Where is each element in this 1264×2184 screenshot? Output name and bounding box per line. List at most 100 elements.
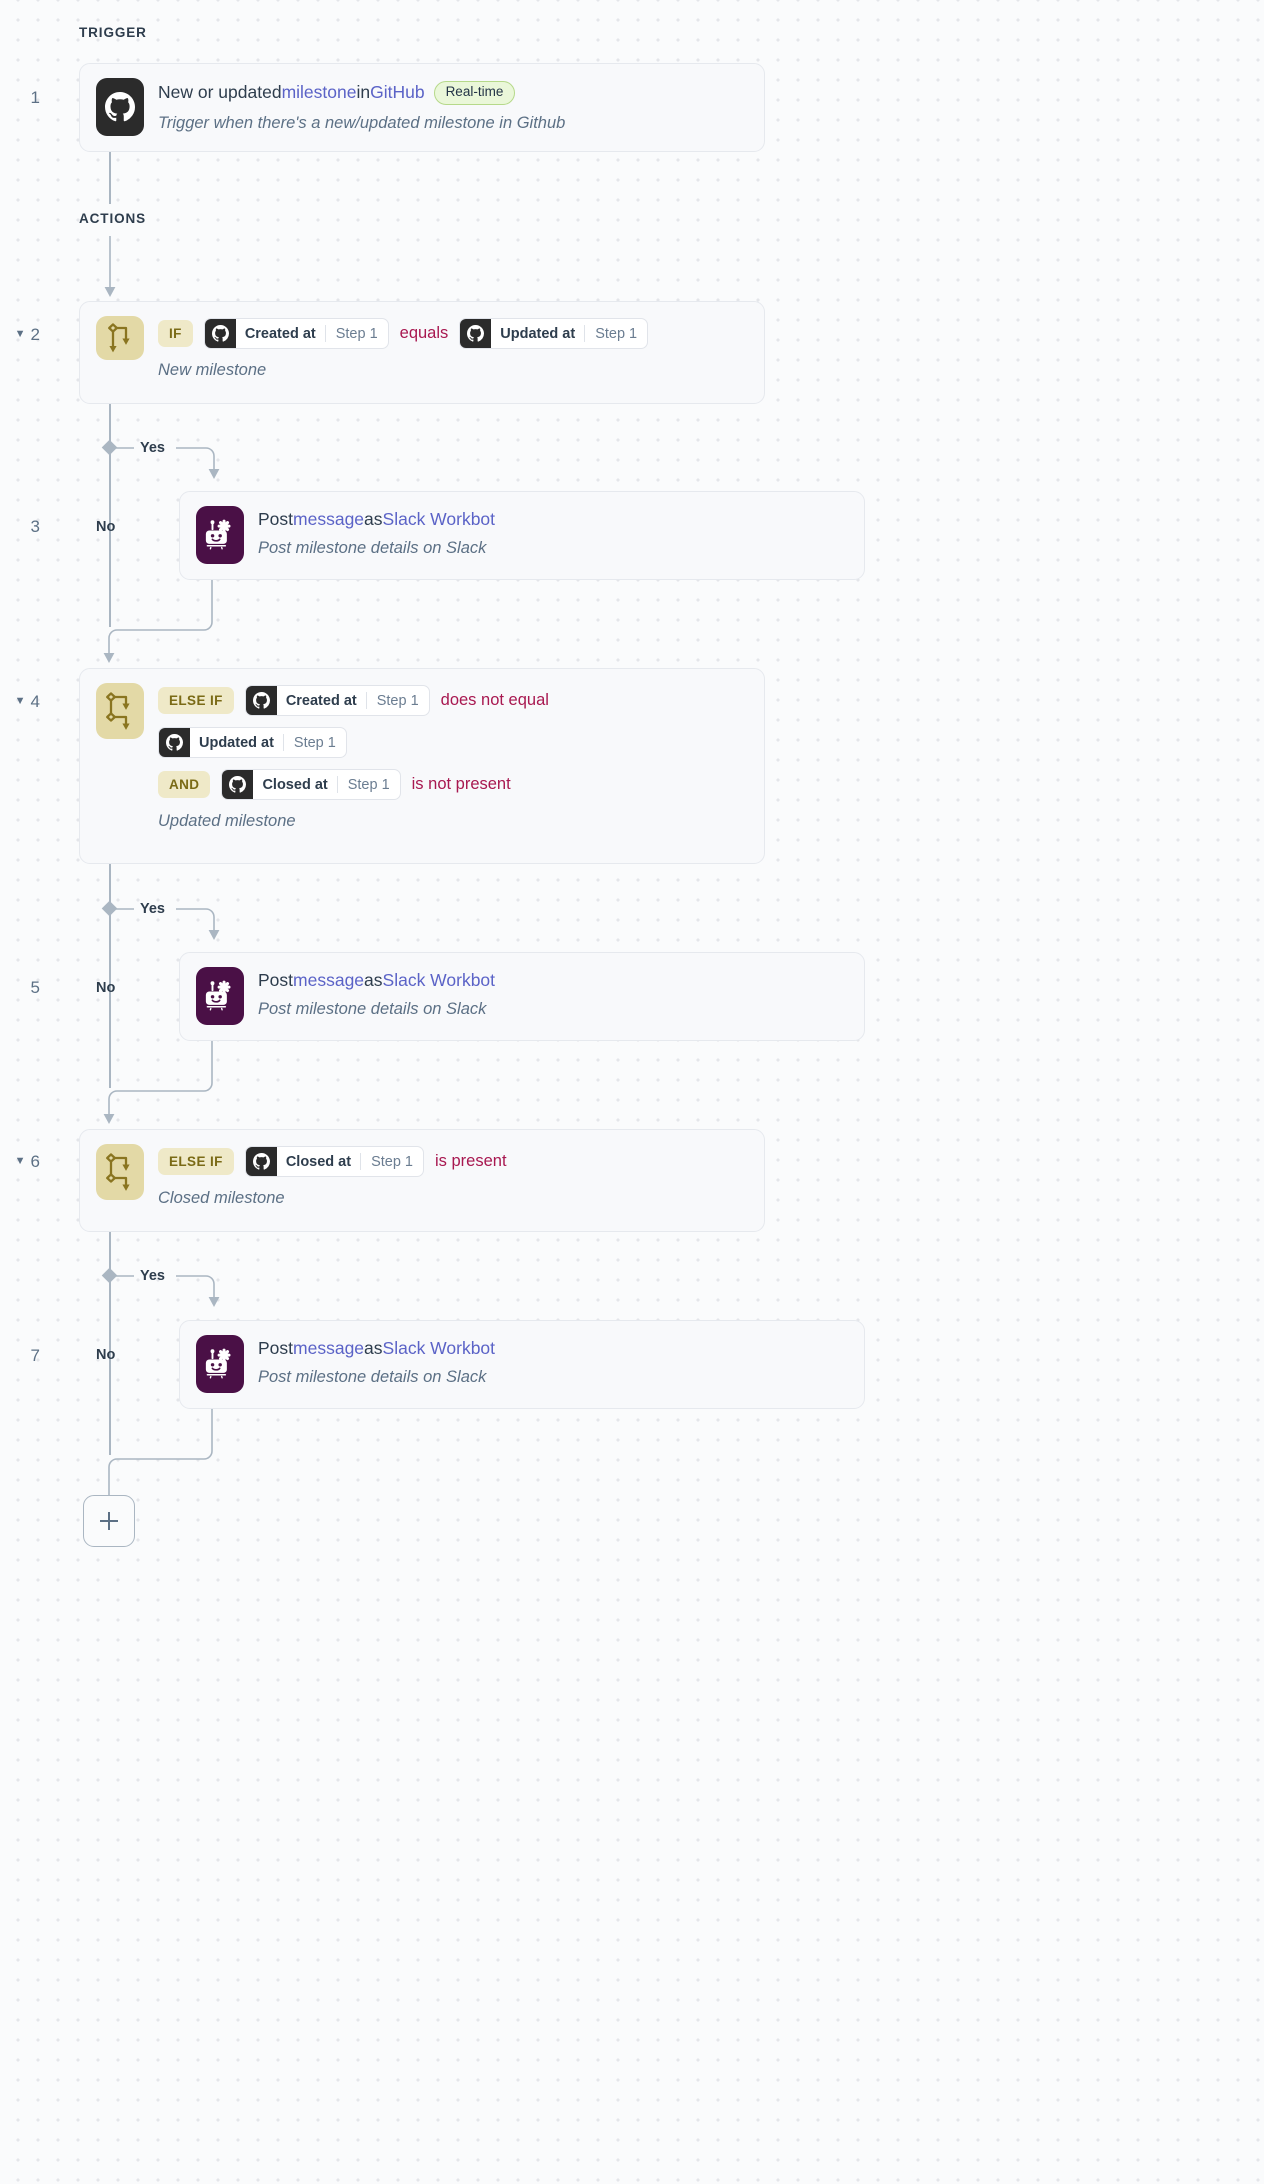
step-4-description: Updated milestone — [158, 812, 296, 830]
field-pill-updated-at[interactable]: Updated at Step 1 — [158, 727, 347, 758]
title-token: Post — [258, 1338, 294, 1358]
keyword-badge-else-if: ELSE IF — [158, 686, 234, 715]
connector-trigger-to-actions — [109, 152, 111, 204]
actions-section-label: ACTIONS — [79, 211, 147, 226]
operator-equals: equals — [399, 324, 449, 342]
condition-row: Updated at Step 1 — [158, 727, 549, 758]
connector-actions-to-step-2 — [104, 236, 116, 297]
step-6-number: 6 — [30, 1152, 40, 1171]
branch-multi-icon — [96, 683, 144, 739]
condition-card-step-2[interactable]: IF Created at Step 1 equals Updated at S… — [79, 301, 765, 404]
step-7-subtitle: Post milestone details on Slack — [258, 1368, 487, 1386]
title-token-link[interactable]: Slack Workbot — [383, 970, 496, 991]
branch-label-no-step-6: No — [96, 1347, 116, 1363]
condition-row: ELSE IF Created at Step 1 does not equal — [158, 685, 549, 716]
step-number-1: 1 — [0, 88, 40, 108]
title-token-link[interactable]: message — [293, 970, 364, 991]
add-step-button[interactable] — [83, 1495, 135, 1547]
step-5-subtitle: Post milestone details on Slack — [258, 1000, 487, 1018]
step-3-subtitle: Post milestone details on Slack — [258, 539, 487, 557]
trigger-section-label: TRIGGER — [79, 25, 147, 40]
step-3-title: Post message as Slack Workbot — [258, 509, 495, 530]
collapse-caret-step-2[interactable]: ▼ — [15, 328, 26, 340]
step-3-number: 3 — [30, 517, 40, 536]
field-label: Created at — [285, 692, 357, 709]
title-token: in — [356, 82, 371, 103]
step-number-2[interactable]: ▼ 2 — [0, 325, 40, 345]
step-number-5: 5 — [0, 978, 40, 998]
connector-step-4-yes-to-step-5 — [176, 908, 220, 940]
keyword-badge-if: IF — [158, 319, 193, 348]
field-step: Step 1 — [335, 325, 378, 342]
title-token-link[interactable]: Slack Workbot — [383, 1338, 496, 1359]
realtime-badge: Real-time — [433, 81, 516, 105]
connector-step-6-yes-to-step-7 — [176, 1275, 220, 1307]
field-step: Step 1 — [293, 734, 336, 751]
collapse-caret-step-4[interactable]: ▼ — [15, 695, 26, 707]
field-label: Closed at — [285, 1153, 352, 1170]
condition-row: AND Closed at Step 1 is not present — [158, 769, 549, 800]
title-token-link[interactable]: Slack Workbot — [383, 509, 496, 530]
branch-multi-icon — [96, 1144, 144, 1200]
field-step: Step 1 — [595, 325, 638, 342]
title-token: as — [364, 1338, 383, 1358]
keyword-badge-else-if: ELSE IF — [158, 1147, 234, 1176]
github-icon — [460, 319, 492, 348]
title-token: as — [364, 509, 383, 529]
action-card-step-3[interactable]: Post message as Slack Workbot Post miles… — [179, 491, 865, 580]
action-card-step-7[interactable]: Post message as Slack Workbot Post miles… — [179, 1320, 865, 1409]
condition-card-step-6[interactable]: ELSE IF Closed at Step 1 is present Clos… — [79, 1129, 765, 1232]
field-pill-created-at[interactable]: Created at Step 1 — [203, 318, 389, 349]
branch-label-yes-step-4: Yes — [140, 901, 165, 917]
title-token-link[interactable]: message — [293, 1338, 364, 1359]
github-icon — [96, 78, 144, 136]
field-pill-created-at[interactable]: Created at Step 1 — [244, 685, 430, 716]
step-5-title: Post message as Slack Workbot — [258, 970, 495, 991]
keyword-badge-and: AND — [158, 770, 211, 799]
branch-label-no-step-2: No — [96, 519, 116, 535]
operator-is-present: is present — [435, 1152, 507, 1170]
condition-card-step-4[interactable]: ELSE IF Created at Step 1 does not equal… — [79, 668, 765, 864]
field-label: Updated at — [199, 734, 274, 751]
step-number-4[interactable]: ▼ 4 — [0, 692, 40, 712]
field-pill-closed-at[interactable]: Closed at Step 1 — [221, 769, 401, 800]
slack-workbot-icon — [196, 967, 244, 1025]
step-1-title: New or updated milestone in GitHub Real-… — [158, 81, 565, 105]
step-number-6[interactable]: ▼ 6 — [0, 1152, 40, 1172]
title-token-link[interactable]: milestone — [282, 82, 357, 103]
github-icon — [245, 1147, 277, 1176]
trigger-card-step-1[interactable]: New or updated milestone in GitHub Real-… — [79, 63, 765, 152]
operator-is-not-present: is not present — [411, 775, 511, 793]
title-token: New or updated — [158, 82, 282, 103]
condition-row: IF Created at Step 1 equals Updated at S… — [158, 318, 649, 349]
branch-label-no-step-4: No — [96, 980, 116, 996]
field-label: Closed at — [262, 776, 328, 793]
step-4-number: 4 — [30, 692, 40, 711]
field-pill-updated-at[interactable]: Updated at Step 1 — [459, 318, 649, 349]
branch-label-yes-step-2: Yes — [140, 440, 165, 456]
github-icon — [204, 319, 236, 348]
field-pill-closed-at[interactable]: Closed at Step 1 — [244, 1146, 424, 1177]
step-number-7: 7 — [0, 1346, 40, 1366]
title-token: Post — [258, 970, 294, 990]
github-icon — [159, 728, 190, 757]
step-1-subtitle: Trigger when there's a new/updated miles… — [158, 113, 566, 132]
slack-workbot-icon — [196, 1335, 244, 1393]
title-token: Post — [258, 509, 294, 529]
connector-step-3-merge — [103, 580, 213, 663]
field-step: Step 1 — [371, 1153, 413, 1170]
github-icon — [245, 686, 277, 715]
slack-workbot-icon — [196, 506, 244, 564]
title-token: as — [364, 970, 383, 990]
condition-row: ELSE IF Closed at Step 1 is present — [158, 1146, 507, 1177]
connector-step-7-merge — [108, 1409, 213, 1495]
collapse-caret-step-6[interactable]: ▼ — [15, 1155, 26, 1167]
title-token-link[interactable]: message — [293, 509, 364, 530]
connector-step-5-merge — [103, 1041, 213, 1124]
field-label: Updated at — [500, 325, 576, 342]
branch-label-yes-step-6: Yes — [140, 1268, 165, 1284]
action-card-step-5[interactable]: Post message as Slack Workbot Post miles… — [179, 952, 865, 1041]
field-label: Created at — [244, 325, 316, 342]
title-token-link[interactable]: GitHub — [370, 82, 424, 103]
step-2-number: 2 — [30, 325, 40, 344]
